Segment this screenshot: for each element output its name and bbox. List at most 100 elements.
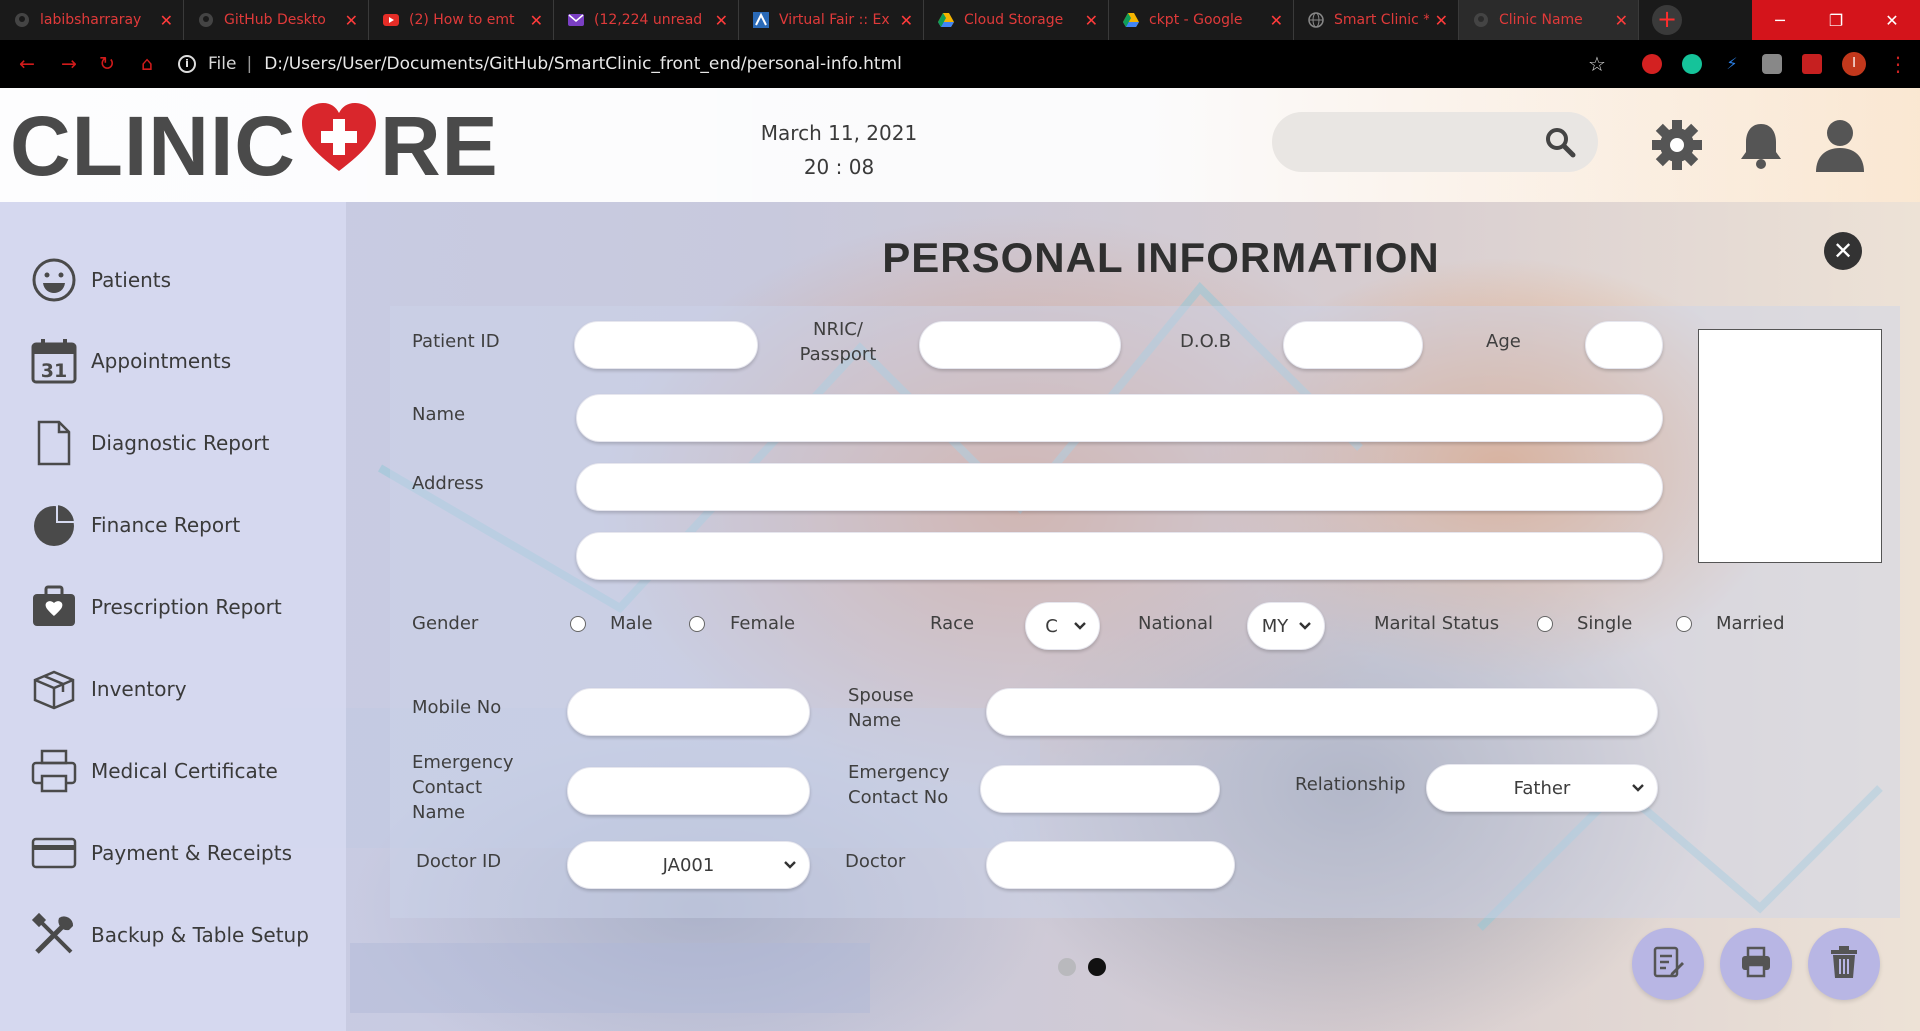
clinic-logo[interactable]: CLINIC RE bbox=[10, 99, 499, 193]
url-separator: | bbox=[246, 54, 253, 74]
tab-title: GitHub Deskto bbox=[224, 12, 326, 28]
sidebar-item-label: Backup & Table Setup bbox=[91, 923, 309, 947]
doctor-id-select[interactable]: JA001 bbox=[567, 841, 810, 889]
minimize-icon[interactable]: ─ bbox=[1752, 0, 1808, 40]
sidebar-item-payment-receipts[interactable]: Payment & Receipts bbox=[30, 827, 292, 879]
close-icon[interactable]: ✕ bbox=[1270, 11, 1283, 30]
pager-dot-2-active[interactable] bbox=[1088, 958, 1106, 976]
puzzle-extension-icon[interactable] bbox=[1802, 54, 1822, 74]
gear-icon[interactable] bbox=[1650, 118, 1704, 176]
sidebar-item-inventory[interactable]: Inventory bbox=[30, 663, 187, 715]
age-input[interactable] bbox=[1585, 321, 1663, 369]
spouse-name-input[interactable] bbox=[986, 688, 1658, 736]
doctor-id-label: Doctor ID bbox=[416, 851, 502, 872]
national-label: National bbox=[1138, 613, 1214, 634]
grammarly-extension-icon[interactable] bbox=[1682, 54, 1702, 74]
close-icon[interactable]: ✕ bbox=[1435, 11, 1448, 30]
sidebar-item-prescription-report[interactable]: Prescription Report bbox=[30, 581, 282, 633]
browser-menu-icon[interactable]: ⋮ bbox=[1888, 52, 1908, 76]
home-icon[interactable]: ⌂ bbox=[136, 53, 158, 75]
relationship-select[interactable]: Father bbox=[1426, 764, 1658, 812]
back-icon[interactable]: ← bbox=[16, 53, 38, 75]
name-input[interactable] bbox=[576, 394, 1663, 442]
url-field[interactable]: i File | D:/Users/User/Documents/GitHub/… bbox=[178, 48, 1624, 80]
restore-icon[interactable]: ❐ bbox=[1808, 0, 1864, 40]
close-icon[interactable]: ✕ bbox=[345, 11, 358, 30]
spouse-name-label: Spouse Name bbox=[848, 683, 914, 733]
browser-tab[interactable]: Smart Clinic *C ✕ bbox=[1294, 0, 1459, 40]
doctor-input[interactable] bbox=[986, 841, 1235, 889]
close-window-icon[interactable]: ✕ bbox=[1864, 0, 1920, 40]
patient-id-input[interactable] bbox=[574, 321, 758, 369]
globe-icon bbox=[1308, 12, 1324, 28]
close-icon[interactable]: ✕ bbox=[160, 11, 173, 30]
bell-icon[interactable] bbox=[1736, 120, 1786, 174]
calendar-icon: 31 bbox=[30, 337, 78, 385]
search-input[interactable] bbox=[1294, 126, 1544, 158]
sidebar-item-diagnostic-report[interactable]: Diagnostic Report bbox=[30, 417, 269, 469]
race-select[interactable]: C bbox=[1025, 602, 1100, 650]
close-icon[interactable]: ✕ bbox=[1085, 11, 1098, 30]
github-icon bbox=[198, 12, 214, 28]
marital-married-radio[interactable] bbox=[1676, 616, 1692, 632]
app-header: CLINIC RE March 11, 2021 20 : 08 bbox=[0, 88, 1920, 202]
adblock-extension-icon[interactable] bbox=[1642, 54, 1662, 74]
sidebar-item-patients[interactable]: Patients bbox=[30, 254, 171, 306]
printer-icon bbox=[30, 747, 78, 795]
browser-tab-active[interactable]: Clinic Name ✕ bbox=[1459, 0, 1639, 40]
browser-tab[interactable]: (2) How to emt ✕ bbox=[369, 0, 554, 40]
info-icon[interactable]: i bbox=[178, 55, 196, 73]
window-controls: ─ ❐ ✕ bbox=[1752, 0, 1920, 40]
browser-tab[interactable]: (12,224 unread ✕ bbox=[554, 0, 739, 40]
close-icon[interactable]: ✕ bbox=[1615, 11, 1628, 30]
chevron-down-icon bbox=[1073, 617, 1087, 638]
tools-icon bbox=[30, 911, 78, 959]
browser-tab[interactable]: GitHub Deskto ✕ bbox=[184, 0, 369, 40]
close-icon[interactable]: ✕ bbox=[530, 11, 543, 30]
close-icon[interactable]: ✕ bbox=[715, 11, 728, 30]
emergency-contact-no-label: Emergency Contact No bbox=[848, 760, 950, 810]
sidebar-item-medical-certificate[interactable]: Medical Certificate bbox=[30, 745, 278, 797]
mail-icon bbox=[568, 12, 584, 28]
tab-title: Virtual Fair :: Ex bbox=[779, 12, 890, 28]
pager-dot-1[interactable] bbox=[1058, 958, 1076, 976]
extension-icon[interactable] bbox=[1762, 54, 1782, 74]
user-avatar-icon[interactable] bbox=[1814, 118, 1866, 176]
browser-tab[interactable]: Virtual Fair :: Ex ✕ bbox=[739, 0, 924, 40]
fair-icon bbox=[753, 12, 769, 28]
browser-tab[interactable]: Cloud Storage ✕ bbox=[924, 0, 1109, 40]
profile-avatar[interactable]: I bbox=[1842, 52, 1866, 76]
forward-icon[interactable]: → bbox=[58, 53, 80, 75]
bookmark-star-icon[interactable]: ☆ bbox=[1588, 52, 1606, 76]
browser-tab[interactable]: ckpt - Google ✕ bbox=[1109, 0, 1294, 40]
sidebar-item-label: Payment & Receipts bbox=[91, 841, 292, 865]
new-tab-button[interactable]: + bbox=[1652, 5, 1682, 35]
close-icon[interactable]: ✕ bbox=[900, 11, 913, 30]
address-line2-input[interactable] bbox=[576, 532, 1663, 580]
emergency-contact-name-input[interactable] bbox=[567, 767, 810, 815]
sidebar-item-backup-table-setup[interactable]: Backup & Table Setup bbox=[30, 909, 309, 961]
emergency-no-label-line: Contact No bbox=[848, 787, 949, 808]
print-button[interactable] bbox=[1720, 928, 1792, 1000]
nric-passport-input[interactable] bbox=[919, 321, 1121, 369]
mobile-no-input[interactable] bbox=[567, 688, 810, 736]
delete-button[interactable] bbox=[1808, 928, 1880, 1000]
sidebar-item-appointments[interactable]: 31 Appointments bbox=[30, 335, 231, 387]
emergency-contact-no-input[interactable] bbox=[980, 765, 1220, 813]
gender-male-radio[interactable] bbox=[570, 616, 586, 632]
address-line1-input[interactable] bbox=[576, 463, 1663, 511]
marital-single-radio[interactable] bbox=[1537, 616, 1553, 632]
lightning-extension-icon[interactable]: ⚡ bbox=[1722, 54, 1742, 74]
browser-tab[interactable]: labibsharraray ✕ bbox=[0, 0, 184, 40]
national-select[interactable]: MY bbox=[1247, 602, 1325, 650]
spouse-label-line: Spouse bbox=[848, 685, 914, 706]
photo-placeholder[interactable] bbox=[1698, 329, 1882, 563]
reload-icon[interactable]: ↻ bbox=[96, 53, 118, 75]
search-icon[interactable] bbox=[1544, 126, 1576, 162]
close-button[interactable]: ✕ bbox=[1824, 232, 1862, 270]
page-title: PERSONAL INFORMATION bbox=[882, 234, 1440, 281]
gender-female-radio[interactable] bbox=[689, 616, 705, 632]
sidebar-item-finance-report[interactable]: Finance Report bbox=[30, 499, 240, 551]
edit-button[interactable] bbox=[1632, 928, 1704, 1000]
dob-input[interactable] bbox=[1283, 321, 1423, 369]
